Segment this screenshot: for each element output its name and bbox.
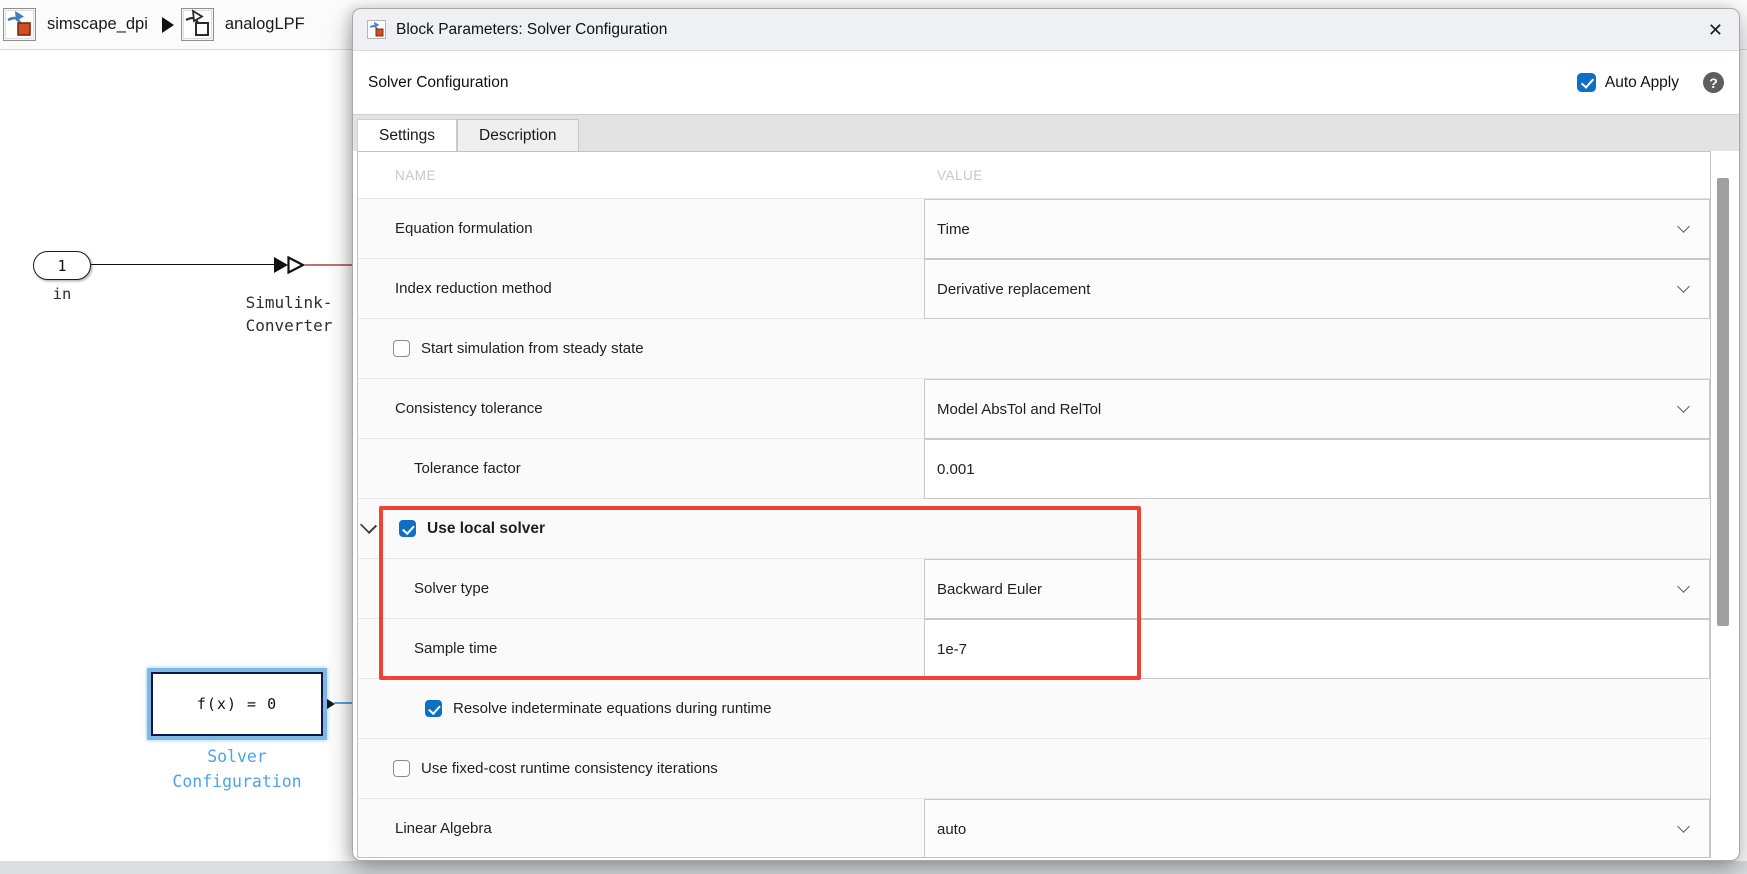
- table-row: Index reduction method Derivative replace…: [358, 259, 1710, 319]
- breadcrumb-item-simscape-dpi[interactable]: simscape_dpi: [0, 8, 158, 41]
- table-header: NAME VALUE: [358, 152, 1710, 199]
- chevron-down-icon: [1677, 580, 1690, 593]
- param-value-dropdown[interactable]: Backward Euler: [924, 559, 1710, 619]
- param-value-field[interactable]: 1e-7: [924, 619, 1710, 679]
- table-row: Sample time 1e-7: [358, 619, 1710, 679]
- dialog-subtitle: Solver Configuration: [368, 73, 509, 91]
- tab-description[interactable]: Description: [457, 119, 579, 151]
- param-name: Tolerance factor: [358, 439, 924, 499]
- solver-block-port-icon: [327, 699, 335, 709]
- param-name: Sample time: [358, 619, 924, 679]
- vertical-scrollbar-thumb[interactable]: [1717, 178, 1729, 626]
- chevron-down-icon: [1677, 280, 1690, 293]
- param-checkbox-cell: Use fixed-cost runtime consistency itera…: [358, 739, 1710, 799]
- param-name: Resolve indeterminate equations during r…: [453, 700, 772, 717]
- param-value-field[interactable]: 0.001: [924, 439, 1710, 499]
- inport-block-label: in: [52, 285, 72, 303]
- param-checkbox-cell: Resolve indeterminate equations during r…: [358, 679, 1710, 739]
- table-row: Use local solver: [358, 499, 1710, 559]
- param-value: Backward Euler: [937, 580, 1043, 598]
- chevron-down-icon: [1677, 820, 1690, 833]
- converter-block-label: Simulink- Converter: [245, 293, 333, 335]
- name-column-header: NAME: [395, 167, 437, 183]
- checkbox-checked[interactable]: [399, 520, 416, 537]
- param-value-dropdown[interactable]: Model AbsTol and RelTol: [924, 379, 1710, 439]
- table-row: Solver type Backward Euler: [358, 559, 1710, 619]
- signal-line[interactable]: [91, 264, 275, 265]
- chevron-down-icon: [1677, 220, 1690, 233]
- param-value-dropdown[interactable]: Time: [924, 199, 1710, 259]
- param-name: Use fixed-cost runtime consistency itera…: [421, 760, 718, 777]
- solver-block-wire[interactable]: [334, 702, 352, 704]
- param-value-dropdown[interactable]: Derivative replacement: [924, 259, 1710, 319]
- checkbox-checked[interactable]: [425, 700, 442, 717]
- param-checkbox-cell: Use local solver: [358, 499, 1710, 559]
- simulink-model-icon: [3, 8, 36, 41]
- table-row: Tolerance factor 0.001: [358, 439, 1710, 499]
- highlighted-signal-line[interactable]: [305, 264, 354, 266]
- param-name: Solver type: [358, 559, 924, 619]
- auto-apply-control: Auto Apply: [1576, 73, 1679, 92]
- breadcrumb-label[interactable]: analogLPF: [225, 15, 305, 34]
- tab-settings[interactable]: Settings: [357, 119, 458, 151]
- value-column-header: VALUE: [937, 167, 983, 183]
- checkbox-unchecked[interactable]: [393, 340, 410, 357]
- param-value: Model AbsTol and RelTol: [937, 400, 1102, 418]
- table-row: Use fixed-cost runtime consistency itera…: [358, 739, 1710, 799]
- screen: simscape_dpi analogLPF 1 in Simulink- Co…: [0, 0, 1747, 874]
- param-name: Start simulation from steady state: [421, 340, 644, 357]
- dialog-title-icon: [367, 20, 386, 39]
- param-checkbox-cell: Start simulation from steady state: [358, 319, 1710, 379]
- param-name: Use local solver: [427, 519, 546, 537]
- param-value: auto: [937, 820, 967, 838]
- param-name: Linear Algebra: [358, 799, 924, 857]
- param-value: 1e-7: [937, 640, 968, 658]
- breadcrumb-item-analoglpf[interactable]: analogLPF: [178, 8, 315, 41]
- table-row: Resolve indeterminate equations during r…: [358, 679, 1710, 739]
- dialog-subtitle-row: Solver Configuration Auto Apply ?: [353, 51, 1739, 114]
- signal-arrow-icon: [274, 257, 288, 273]
- table-row: Consistency tolerance Model AbsTol and Re…: [358, 379, 1710, 439]
- inport-block[interactable]: 1: [33, 251, 91, 280]
- breadcrumb-separator-icon: [161, 16, 174, 33]
- port-arrow-icon: [287, 255, 306, 279]
- inport-number: 1: [57, 256, 67, 275]
- auto-apply-checkbox[interactable]: [1576, 73, 1596, 92]
- checkbox-unchecked[interactable]: [393, 760, 410, 777]
- param-value: 0.001: [937, 460, 975, 478]
- subsystem-icon: [180, 8, 214, 41]
- auto-apply-label: Auto Apply: [1604, 73, 1679, 91]
- solver-block-label: Solver Configuration: [172, 747, 302, 791]
- help-icon[interactable]: ?: [1703, 72, 1724, 93]
- block-parameters-dialog: Block Parameters: Solver Configuration ✕…: [352, 8, 1740, 861]
- dialog-title: Block Parameters: Solver Configuration: [396, 20, 668, 38]
- dialog-titlebar: Block Parameters: Solver Configuration ✕: [353, 9, 1739, 51]
- close-icon[interactable]: ✕: [1708, 21, 1723, 39]
- param-name: Equation formulation: [358, 199, 924, 259]
- breadcrumb-label[interactable]: simscape_dpi: [47, 15, 148, 34]
- param-value-dropdown[interactable]: auto: [924, 799, 1710, 857]
- param-name: Index reduction method: [358, 259, 924, 319]
- dialog-tabstrip: Settings Description: [353, 114, 1739, 151]
- solver-block-equation: f(x) = 0: [151, 672, 323, 736]
- param-value: Time: [937, 220, 970, 238]
- parameter-rows: Equation formulation Time Index reduction …: [358, 199, 1710, 857]
- table-row: Start simulation from steady state: [358, 319, 1710, 379]
- param-value: Derivative replacement: [937, 280, 1091, 298]
- table-row: Linear Algebra auto: [358, 799, 1710, 857]
- solver-configuration-block[interactable]: f(x) = 0: [147, 668, 327, 740]
- chevron-down-icon: [1677, 400, 1690, 413]
- parameters-table: NAME VALUE Equation formulation Time Index…: [357, 151, 1711, 858]
- param-name: Consistency tolerance: [358, 379, 924, 439]
- table-row: Equation formulation Time: [358, 199, 1710, 259]
